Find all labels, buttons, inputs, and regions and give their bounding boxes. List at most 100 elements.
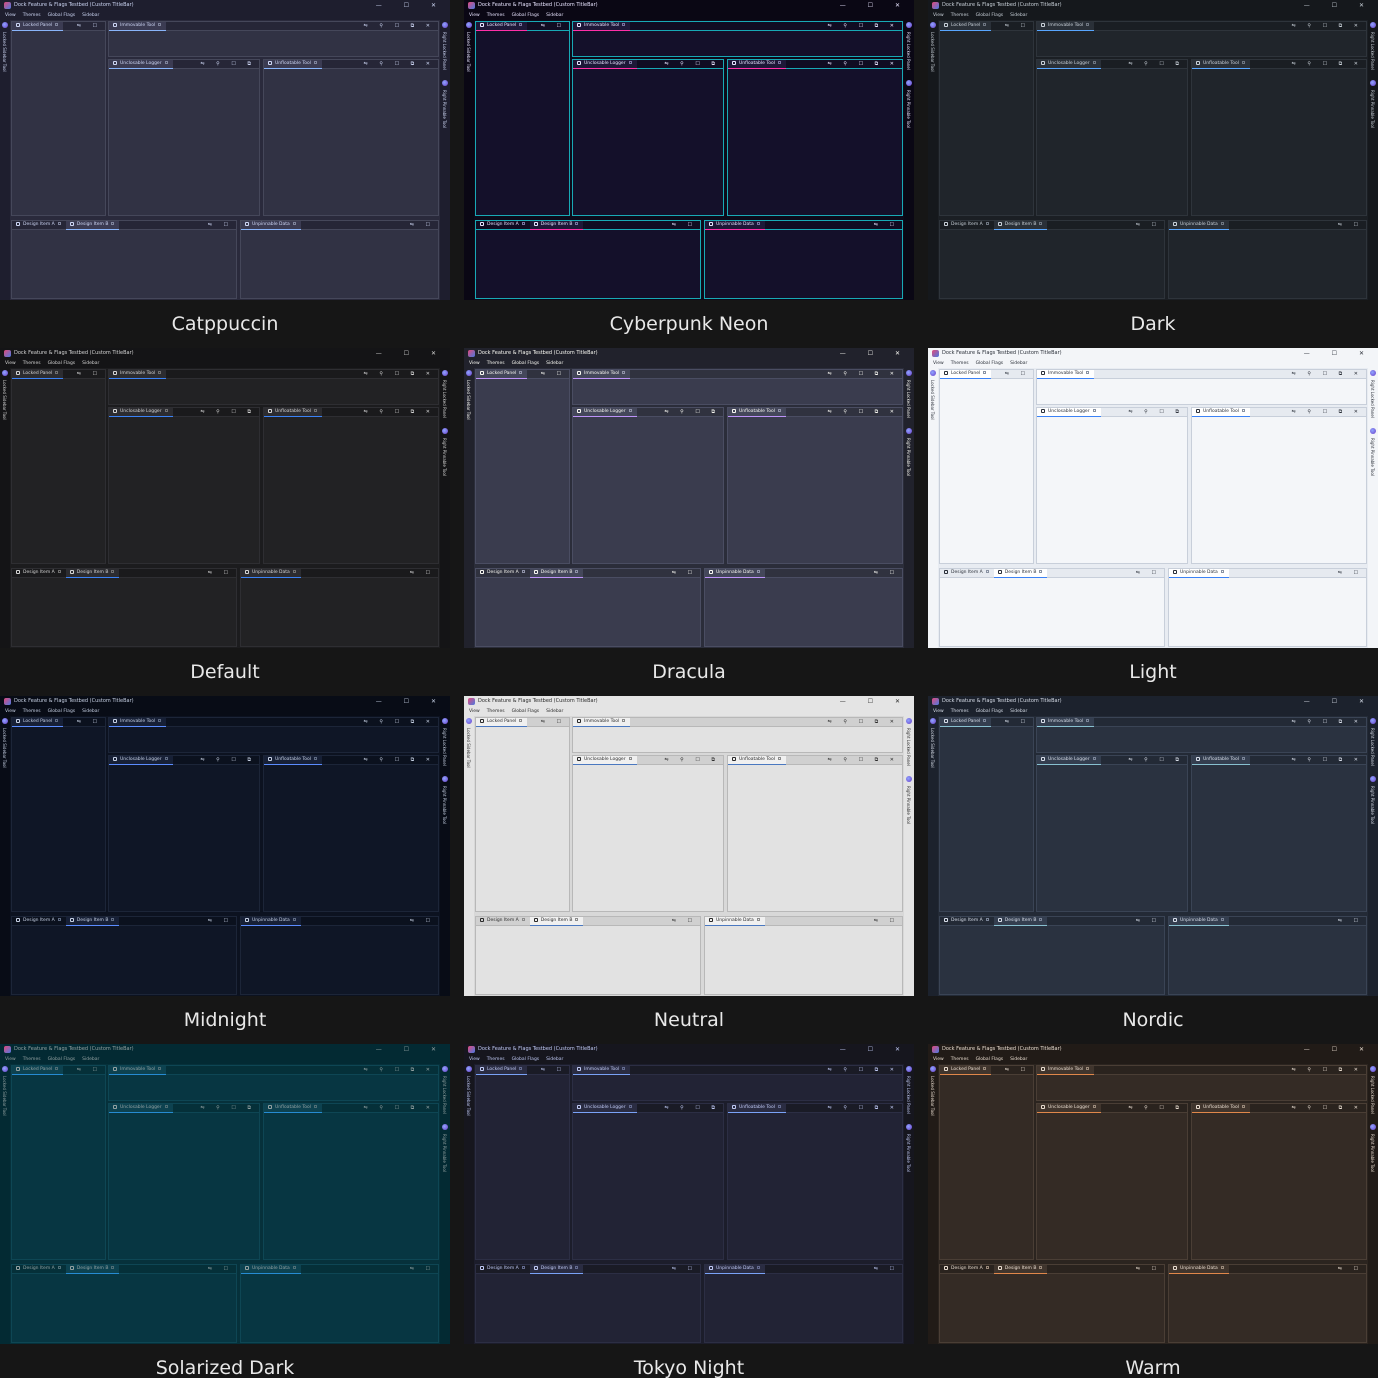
tab-unclosable-logger[interactable]: Unclosable Logger [109, 60, 173, 69]
tab-menu-icon[interactable] [164, 757, 168, 760]
menu-item-global-flags[interactable]: Global Flags [512, 361, 540, 366]
tab-menu-icon[interactable] [1242, 1105, 1246, 1108]
menu-item-themes[interactable]: Themes [23, 361, 41, 366]
sidebar-tool-icon[interactable] [906, 1124, 912, 1130]
tab-immovable-tool[interactable]: Immovable Tool [109, 1066, 167, 1075]
tab-design-item-b[interactable]: Design Item B [993, 569, 1048, 578]
panel-controls[interactable]: ⇋ ☐ [541, 718, 566, 726]
menu-item-view[interactable]: View [933, 709, 944, 714]
menu-item-view[interactable]: View [469, 709, 480, 714]
sidebar-tool-icon[interactable] [2, 370, 8, 376]
tab-design-item-a[interactable]: Design Item A [940, 1265, 994, 1273]
menu-item-sidebar[interactable]: Sidebar [82, 13, 99, 18]
window-controls[interactable]: — ☐ ✕ [840, 0, 910, 11]
sidebar-tool-icon[interactable] [442, 1124, 448, 1130]
sidebar-tab-right-locked[interactable]: Right Locked Panel [442, 728, 447, 766]
sidebar-tool-icon[interactable] [906, 370, 912, 376]
panel-controls[interactable]: ⇋ ⚲ ☐ ⧉ ✕ [828, 408, 899, 416]
panel-controls[interactable]: ⇋ ☐ [208, 221, 233, 229]
menu-item-sidebar[interactable]: Sidebar [546, 1057, 563, 1062]
menu-item-themes[interactable]: Themes [23, 13, 41, 18]
menu-item-sidebar[interactable]: Sidebar [82, 1057, 99, 1062]
sidebar-tab-right-pinnable[interactable]: Right Pinnable Tool [906, 1134, 911, 1172]
tab-menu-icon[interactable] [1220, 222, 1224, 225]
menu-item-themes[interactable]: Themes [951, 361, 969, 366]
tab-menu-icon[interactable] [164, 1105, 168, 1108]
sidebar-tab-right-locked[interactable]: Right Locked Panel [1370, 728, 1375, 766]
panel-controls[interactable]: ⇋ ☐ [672, 1265, 697, 1273]
menu-item-sidebar[interactable]: Sidebar [546, 709, 563, 714]
menu-item-sidebar[interactable]: Sidebar [1010, 361, 1027, 366]
tab-immovable-tool[interactable]: Immovable Tool [109, 370, 167, 379]
sidebar-tool-icon[interactable] [442, 718, 448, 724]
panel-controls[interactable]: ⇋ ⚲ ☐ ⧉ ✕ [364, 22, 435, 30]
tab-menu-icon[interactable] [756, 1266, 760, 1269]
tab-unpinnable-data[interactable]: Unpinnable Data [705, 569, 765, 578]
panel-controls[interactable]: ⇋ ☐ [874, 1265, 899, 1273]
tab-immovable-tool[interactable]: Immovable Tool [573, 1066, 631, 1075]
tab-menu-icon[interactable] [756, 918, 760, 921]
tab-design-item-a[interactable]: Design Item A [476, 1265, 530, 1273]
tab-menu-icon[interactable] [519, 719, 523, 722]
window-controls[interactable]: — ☐ ✕ [376, 0, 446, 11]
tab-menu-icon[interactable] [55, 23, 59, 26]
sidebar-tool-icon[interactable] [1370, 428, 1376, 434]
menu-item-global-flags[interactable]: Global Flags [48, 709, 76, 714]
tab-menu-icon[interactable] [314, 61, 318, 64]
tab-menu-icon[interactable] [314, 1105, 318, 1108]
tab-unclosable-logger[interactable]: Unclosable Logger [573, 408, 637, 417]
sidebar-tab-right-pinnable[interactable]: Right Pinnable Tool [1370, 90, 1375, 128]
tab-design-item-a[interactable]: Design Item A [476, 917, 530, 925]
panel-controls[interactable]: ⇋ ☐ [874, 221, 899, 229]
tab-menu-icon[interactable] [57, 1266, 61, 1269]
panel-controls[interactable]: ⇋ ☐ [874, 569, 899, 577]
sidebar-tab-right-pinnable[interactable]: Right Pinnable Tool [1370, 1134, 1375, 1172]
sidebar-tab-locked-tool[interactable]: Locked Sidebar Tool [2, 32, 7, 72]
tab-unpinnable-data[interactable]: Unpinnable Data [705, 221, 765, 230]
tab-menu-icon[interactable] [622, 23, 626, 26]
tab-immovable-tool[interactable]: Immovable Tool [573, 718, 631, 727]
sidebar-tab-locked-tool[interactable]: Locked Sidebar Tool [466, 32, 471, 72]
tab-design-item-b[interactable]: Design Item B [529, 917, 584, 926]
sidebar-tab-right-locked[interactable]: Right Locked Panel [1370, 380, 1375, 418]
tab-unfloatable-tool[interactable]: Unfloatable Tool [264, 408, 323, 417]
sidebar-tool-icon[interactable] [906, 776, 912, 782]
panel-controls[interactable]: ⇋ ☐ [672, 917, 697, 925]
panel-controls[interactable]: ⇋ ⚲ ☐ ⧉ [200, 756, 256, 764]
panel-controls[interactable]: ⇋ ☐ [410, 1265, 435, 1273]
menu-item-themes[interactable]: Themes [487, 709, 505, 714]
tab-locked-panel[interactable]: Locked Panel [476, 370, 528, 379]
tab-menu-icon[interactable] [1220, 918, 1224, 921]
tab-menu-icon[interactable] [778, 1105, 782, 1108]
panel-controls[interactable]: ⇋ ☐ [77, 370, 102, 378]
sidebar-tool-icon[interactable] [442, 428, 448, 434]
tab-immovable-tool[interactable]: Immovable Tool [573, 370, 631, 379]
menu-item-view[interactable]: View [5, 709, 16, 714]
tab-immovable-tool[interactable]: Immovable Tool [1037, 1066, 1095, 1075]
tab-menu-icon[interactable] [1086, 719, 1090, 722]
tab-locked-panel[interactable]: Locked Panel [12, 22, 64, 31]
sidebar-tab-right-locked[interactable]: Right Locked Panel [906, 728, 911, 766]
tab-menu-icon[interactable] [292, 222, 296, 225]
menu-item-view[interactable]: View [933, 1057, 944, 1062]
tab-menu-icon[interactable] [1039, 1266, 1043, 1269]
menu-item-global-flags[interactable]: Global Flags [512, 13, 540, 18]
tab-locked-panel[interactable]: Locked Panel [476, 1066, 528, 1075]
sidebar-tab-right-locked[interactable]: Right Locked Panel [906, 32, 911, 70]
sidebar-tab-right-pinnable[interactable]: Right Pinnable Tool [442, 786, 447, 824]
tab-menu-icon[interactable] [314, 409, 318, 412]
window-controls[interactable]: — ☐ ✕ [840, 696, 910, 707]
panel-controls[interactable]: ⇋ ⚲ ☐ ⧉ [1128, 756, 1184, 764]
tab-unpinnable-data[interactable]: Unpinnable Data [1169, 221, 1229, 230]
menu-item-global-flags[interactable]: Global Flags [976, 709, 1004, 714]
window-controls[interactable]: — ☐ ✕ [1304, 348, 1374, 359]
menu-item-view[interactable]: View [469, 13, 480, 18]
tab-menu-icon[interactable] [985, 1266, 989, 1269]
menu-item-sidebar[interactable]: Sidebar [82, 709, 99, 714]
tab-menu-icon[interactable] [1220, 570, 1224, 573]
sidebar-tab-locked-tool[interactable]: Locked Sidebar Tool [930, 32, 935, 72]
tab-locked-panel[interactable]: Locked Panel [12, 370, 64, 379]
panel-controls[interactable]: ⇋ ⚲ ☐ ⧉ ✕ [828, 60, 899, 68]
tab-menu-icon[interactable] [292, 918, 296, 921]
sidebar-tool-icon[interactable] [466, 718, 472, 724]
